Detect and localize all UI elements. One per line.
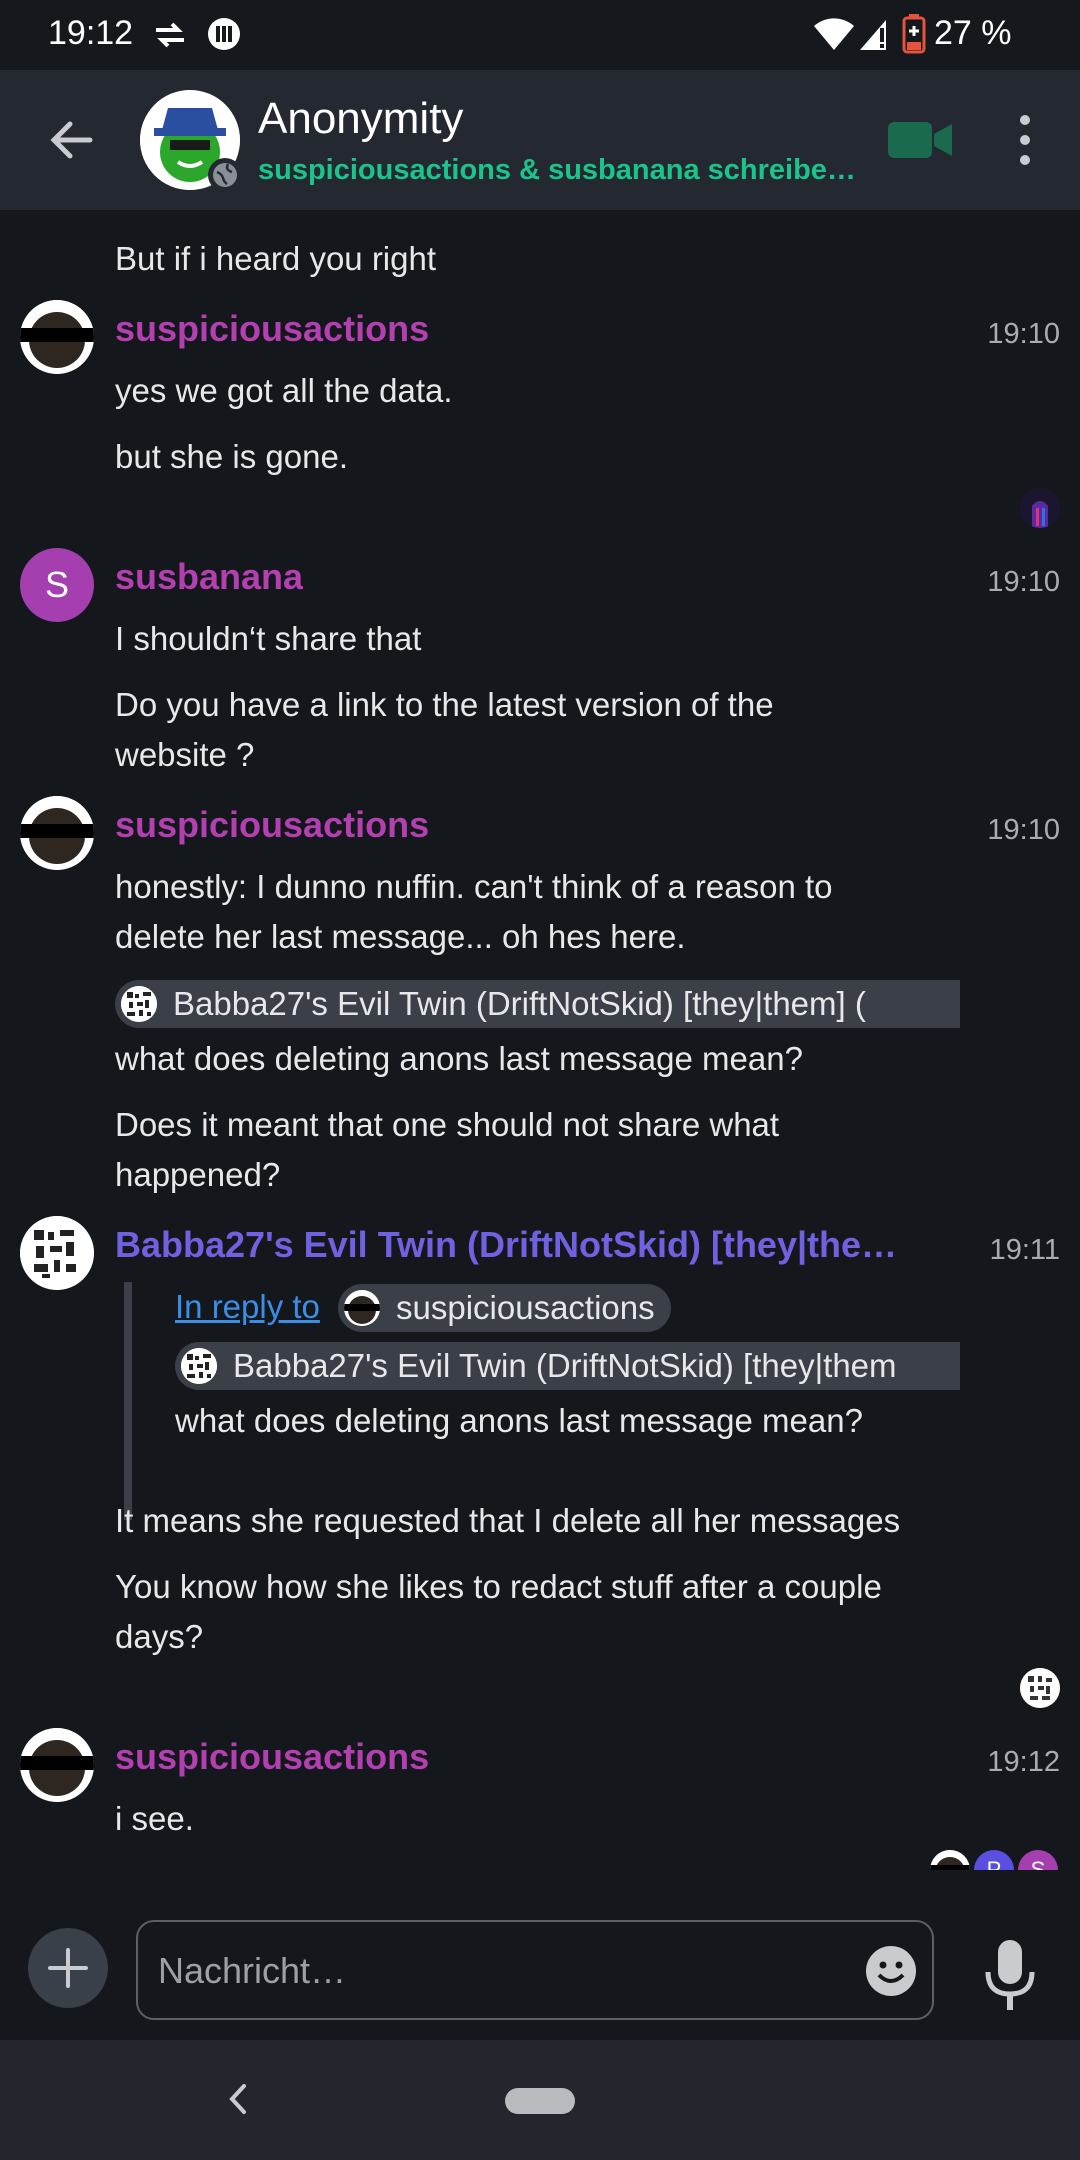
room-title[interactable]: Anonymity bbox=[258, 94, 463, 144]
message-text: Does it meant that one should not share … bbox=[115, 1106, 780, 1193]
message-timestamp: 19:10 bbox=[987, 318, 1060, 350]
microphone-icon[interactable] bbox=[980, 1938, 1040, 2014]
message-text: but she is gone. bbox=[115, 438, 348, 475]
message-timeline[interactable]: But if i heard you right suspiciousactio… bbox=[0, 210, 1080, 1870]
qr-avatar-icon bbox=[1020, 1668, 1060, 1708]
system-navigation-bar bbox=[0, 2040, 1080, 2160]
user-mention-pill[interactable]: Babba27's Evil Twin (DriftNotSkid) [they… bbox=[115, 980, 960, 1028]
user-photo-icon bbox=[20, 300, 94, 374]
battery-icon bbox=[902, 14, 926, 54]
message-text: yes we got all the data. bbox=[115, 372, 453, 409]
user-photo-icon bbox=[1020, 488, 1060, 528]
avatar[interactable] bbox=[20, 1728, 94, 1802]
attach-button[interactable] bbox=[28, 1928, 108, 2008]
signal-icon bbox=[860, 20, 886, 50]
message-text: You know how she likes to redact stuff a… bbox=[115, 1568, 882, 1655]
message-text: I shouldn‘t share that bbox=[115, 620, 422, 657]
message-input[interactable] bbox=[158, 1944, 838, 1998]
mention-avatar bbox=[181, 1348, 217, 1384]
video-call-icon[interactable] bbox=[888, 118, 954, 162]
avatar[interactable]: S bbox=[20, 548, 94, 622]
globe-icon bbox=[213, 163, 237, 187]
emoji-icon[interactable] bbox=[864, 1944, 918, 1998]
read-receipt-avatar[interactable]: P bbox=[974, 1850, 1014, 1870]
nav-back-icon[interactable] bbox=[222, 2074, 252, 2124]
message-timestamp: 19:10 bbox=[987, 566, 1060, 598]
reply-user-name: suspiciousactions bbox=[396, 1289, 655, 1326]
user-photo-icon bbox=[20, 1728, 94, 1802]
qr-avatar-icon bbox=[20, 1216, 94, 1290]
reply-quote-bar bbox=[124, 1282, 132, 1520]
mention-avatar bbox=[121, 986, 157, 1022]
plus-icon bbox=[48, 1948, 88, 1988]
sender-name[interactable]: susbanana bbox=[115, 556, 303, 598]
mention-name: Babba27's Evil Twin (DriftNotSkid) [they… bbox=[173, 985, 866, 1022]
message-text: i see. bbox=[115, 1800, 194, 1837]
qr-avatar-icon bbox=[181, 1348, 217, 1384]
message-text: It means she requested that I delete all… bbox=[115, 1502, 901, 1539]
avatar[interactable] bbox=[20, 796, 94, 870]
sender-name[interactable]: suspiciousactions bbox=[115, 1736, 429, 1778]
qr-avatar-icon bbox=[121, 986, 157, 1022]
message-timestamp: 19:11 bbox=[989, 1234, 1060, 1266]
user-photo-icon bbox=[930, 1850, 970, 1870]
wifi-icon bbox=[814, 18, 854, 50]
read-receipt-avatar[interactable] bbox=[1020, 488, 1060, 528]
public-room-badge bbox=[208, 158, 242, 192]
sender-name[interactable]: Babba27's Evil Twin (DriftNotSkid) [they… bbox=[115, 1224, 897, 1266]
status-time: 19:12 bbox=[48, 14, 134, 52]
message-text: what does deleting anons last message me… bbox=[115, 1040, 803, 1077]
message-composer bbox=[0, 1870, 1080, 2040]
room-header: Anonymity suspiciousactions & susbanana … bbox=[0, 70, 1080, 210]
read-receipt-avatar[interactable] bbox=[930, 1850, 970, 1870]
app-notification-icon bbox=[208, 18, 240, 50]
user-mention-pill[interactable]: Babba27's Evil Twin (DriftNotSkid) [they… bbox=[175, 1342, 960, 1390]
mention-name: Babba27's Evil Twin (DriftNotSkid) [they… bbox=[233, 1347, 897, 1384]
avatar[interactable] bbox=[20, 1216, 94, 1290]
status-bar: 19:12 27 % bbox=[0, 0, 1080, 70]
more-options-icon[interactable] bbox=[1000, 110, 1050, 170]
in-reply-to-link[interactable]: In reply to bbox=[175, 1288, 320, 1326]
message-text: Do you have a link to the latest version… bbox=[115, 686, 774, 773]
quoted-message-text: what does deleting anons last message me… bbox=[175, 1402, 863, 1439]
avatar[interactable] bbox=[20, 300, 94, 374]
message-timestamp: 19:10 bbox=[987, 814, 1060, 846]
message-text: But if i heard you right bbox=[115, 240, 437, 277]
read-receipt-avatar[interactable] bbox=[1020, 1668, 1060, 1708]
battery-percentage: 27 % bbox=[934, 14, 1012, 52]
message-timestamp: 19:12 bbox=[987, 1746, 1060, 1778]
back-arrow-icon[interactable] bbox=[40, 108, 104, 172]
nav-home-pill[interactable] bbox=[505, 2088, 575, 2114]
mention-avatar bbox=[344, 1290, 380, 1326]
read-receipt-avatar[interactable]: S bbox=[1018, 1850, 1058, 1870]
user-photo-icon bbox=[20, 796, 94, 870]
sender-name[interactable]: suspiciousactions bbox=[115, 308, 429, 350]
user-photo-icon bbox=[344, 1290, 380, 1326]
message-text: honestly: I dunno nuffin. can't think of… bbox=[115, 868, 833, 955]
sender-name[interactable]: suspiciousactions bbox=[115, 804, 429, 846]
message-input-box[interactable] bbox=[136, 1920, 934, 2020]
typing-indicator: suspiciousactions & susbanana schreibe… bbox=[258, 154, 856, 186]
data-transfer-icon bbox=[156, 22, 184, 48]
reply-user-pill[interactable]: suspiciousactions bbox=[338, 1284, 671, 1332]
